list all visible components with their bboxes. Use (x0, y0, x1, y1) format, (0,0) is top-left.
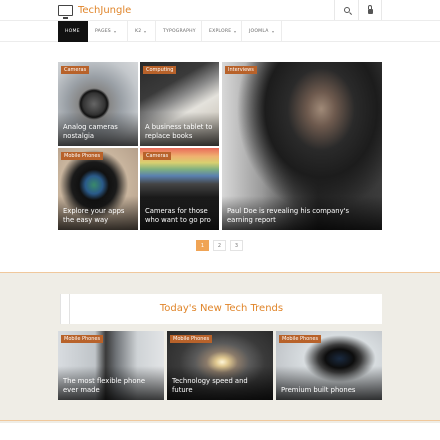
nav-pages-label: Pages (95, 29, 111, 34)
lock-icon (367, 5, 373, 14)
search-icon (343, 7, 350, 13)
category-badge[interactable]: Mobile Phones (61, 335, 104, 343)
section-divider (0, 420, 440, 421)
page-2-button[interactable]: 2 (213, 240, 226, 251)
featured-article[interactable]: Cameras Analog cameras nostalgia (58, 62, 138, 146)
nav-pages[interactable]: Pages (88, 21, 128, 42)
site-name: TechJungle (78, 4, 132, 16)
category-badge[interactable]: Mobile Phones (170, 335, 213, 343)
article-title[interactable]: Explore your apps the easy way (63, 207, 133, 225)
search-button[interactable] (334, 0, 358, 20)
article-title[interactable]: Paul Doe is revealing his company's earn… (227, 207, 377, 225)
article-title[interactable]: The most flexible phone ever made (63, 377, 159, 395)
category-badge[interactable]: Computing (143, 66, 177, 74)
nav-explore-label: Explore (209, 29, 232, 34)
chevron-down-icon (144, 30, 147, 33)
page-number: 3 (234, 242, 239, 249)
trend-article[interactable]: Mobile Phones Technology speed and futur… (167, 331, 273, 400)
nav-home-label: Home (65, 29, 80, 34)
chevron-down-icon (234, 30, 237, 33)
site-header: TechJungle (0, 0, 440, 20)
nav-typography-label: Typography (163, 29, 196, 34)
nav-k2-label: K2 (135, 29, 142, 34)
chevron-down-icon (271, 30, 274, 33)
trends-header: Today's New Tech Trends (60, 294, 382, 324)
page-number: 2 (217, 242, 222, 249)
trend-article[interactable]: Mobile Phones The most flexible phone ev… (58, 331, 164, 400)
featured-article[interactable]: Computing A business tablet to replace b… (140, 62, 219, 146)
category-badge[interactable]: Mobile Phones (279, 335, 322, 343)
category-badge[interactable]: Cameras (143, 152, 172, 160)
page: { "header": { "site_name": "TechJungle",… (0, 0, 440, 440)
article-title[interactable]: A business tablet to replace books (145, 123, 214, 141)
category-badge[interactable]: Cameras (61, 66, 90, 74)
category-badge[interactable]: Interviews (225, 66, 257, 74)
trends-title: Today's New Tech Trends (159, 303, 284, 314)
monitor-icon (58, 4, 73, 19)
main-nav: Home Pages K2 Typography Explore Joomla (0, 20, 440, 42)
site-logo[interactable]: TechJungle (58, 2, 132, 19)
nav-explore[interactable]: Explore (202, 21, 242, 42)
category-badge[interactable]: Mobile Phones (61, 152, 104, 160)
nav-joomla-label: Joomla (249, 29, 269, 34)
page-1-button[interactable]: 1 (196, 240, 209, 251)
featured-article[interactable]: Cameras Cameras for those who want to go… (140, 148, 219, 230)
featured-article[interactable]: Mobile Phones Explore your apps the easy… (58, 148, 138, 230)
article-title[interactable]: Technology speed and future (172, 377, 268, 395)
nav-typography[interactable]: Typography (156, 21, 202, 42)
article-title[interactable]: Analog cameras nostalgia (63, 123, 133, 141)
nav-joomla[interactable]: Joomla (242, 21, 282, 42)
chevron-down-icon (113, 30, 116, 33)
article-title[interactable]: Premium built phones (281, 386, 377, 395)
login-button[interactable] (358, 0, 382, 20)
page-3-button[interactable]: 3 (230, 240, 243, 251)
trend-article[interactable]: Mobile Phones Premium built phones (276, 331, 382, 400)
page-number: 1 (200, 242, 205, 249)
nav-home[interactable]: Home (58, 21, 88, 42)
nav-k2[interactable]: K2 (128, 21, 156, 42)
article-title[interactable]: Cameras for those who want to go pro (145, 207, 214, 225)
featured-article[interactable]: Interviews Paul Doe is revealing his com… (222, 62, 382, 230)
